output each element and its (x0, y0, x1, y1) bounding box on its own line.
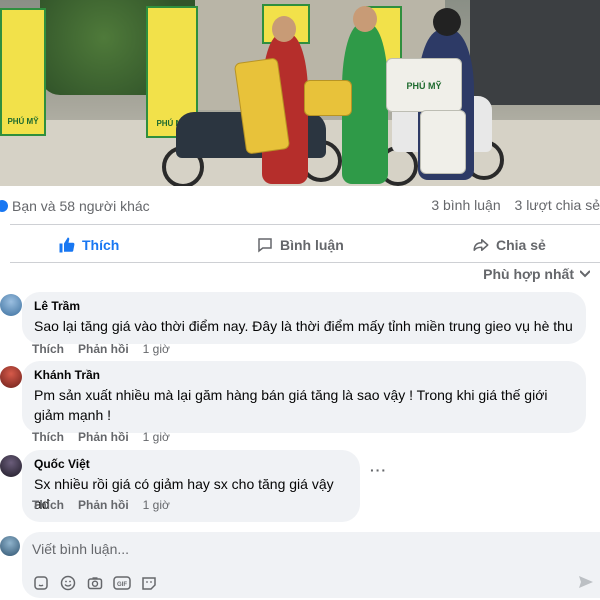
comment-text-line: Pm sản xuất nhiều mà lại găm hàng bán gi… (34, 387, 548, 403)
share-button[interactable]: Chia sẻ (472, 228, 546, 262)
comment-actions: Thích Phản hồi 1 giờ (32, 342, 170, 356)
write-comment-box[interactable]: Viết bình luận... GIF (22, 532, 600, 598)
comment-reply-button[interactable]: Phản hồi (78, 342, 129, 356)
avatar[interactable] (0, 366, 22, 388)
camera-icon[interactable] (86, 574, 104, 592)
comment-label: Bình luận (280, 237, 344, 253)
share-label: Chia sẻ (496, 237, 546, 253)
comment-author[interactable]: Lê Trầm (34, 299, 574, 314)
comment-more-options-icon[interactable]: ··· (370, 462, 387, 478)
photo-person-helmet (433, 8, 461, 36)
thumbs-up-icon (59, 237, 75, 253)
comment-text: Sao lại tăng giá vào thời điểm nay. Đây … (34, 318, 573, 334)
sticker-icon[interactable] (32, 574, 50, 592)
comment-input[interactable]: Viết bình luận... (32, 541, 129, 557)
avatar[interactable] (0, 455, 22, 477)
comments-count[interactable]: 3 bình luận (431, 197, 500, 213)
avatar[interactable] (0, 294, 22, 316)
gif-icon[interactable]: GIF (113, 574, 131, 592)
comment-button[interactable]: Bình luận (256, 228, 344, 262)
shares-count[interactable]: 3 lượt chia sẻ (515, 197, 600, 213)
comment-actions: Thích Phản hồi 1 giờ (32, 498, 170, 512)
comment-like-button[interactable]: Thích (32, 342, 64, 356)
comment-time[interactable]: 1 giờ (143, 342, 170, 356)
comment-reply-button[interactable]: Phản hồi (78, 498, 129, 512)
comment-reply-button[interactable]: Phản hồi (78, 430, 129, 444)
comment-like-button[interactable]: Thích (32, 430, 64, 444)
comment-bubble: Lê Trầm Sao lại tăng giá vào thời điểm n… (22, 292, 586, 344)
comment-bubble: Khánh Trần Pm sản xuất nhiều mà lại găm … (22, 361, 586, 433)
chevron-down-icon (580, 270, 590, 278)
emoji-icon[interactable] (59, 574, 77, 592)
comment-author[interactable]: Khánh Trần (34, 368, 574, 383)
comment-tools: GIF (32, 574, 167, 592)
comment-time[interactable]: 1 giờ (143, 430, 170, 444)
svg-text:GIF: GIF (117, 582, 127, 588)
like-label: Thích (82, 237, 120, 253)
post-stats: Bạn và 58 người khác 3 bình luận 3 lượt … (0, 192, 600, 220)
photo-person-head (353, 6, 377, 32)
send-icon[interactable] (578, 574, 594, 595)
avatar-sticker-icon[interactable] (140, 574, 158, 592)
divider (10, 224, 600, 225)
share-icon (473, 239, 489, 251)
comment-like-button[interactable]: Thích (32, 498, 64, 512)
reactions-summary[interactable]: Bạn và 58 người khác (12, 198, 150, 214)
photo-shop-door (470, 0, 600, 105)
comment-icon (258, 238, 272, 253)
photo-person-head (272, 16, 296, 42)
photo-banner-left: PHÚ MỸ (0, 8, 46, 136)
comment-actions: Thích Phản hồi 1 giờ (32, 430, 170, 444)
post-photo[interactable]: PHÚ MỸ PHÚ MỸ PHÚ MỸ (0, 0, 600, 186)
comment-time[interactable]: 1 giờ (143, 498, 170, 512)
divider (10, 262, 600, 263)
comment-text-line: giảm mạnh ! (34, 407, 112, 423)
current-user-avatar[interactable] (0, 536, 20, 556)
reaction-icon (0, 200, 8, 212)
comment-sort-dropdown[interactable]: Phù hợp nhất (483, 266, 590, 282)
photo-fertilizer-bag-yellow (304, 80, 352, 116)
sort-label: Phù hợp nhất (483, 266, 574, 282)
photo-fertilizer-bag-white (420, 110, 466, 174)
comment-author[interactable]: Quốc Việt (34, 457, 348, 472)
post-action-bar: Thích Bình luận Chia sẻ (0, 228, 600, 262)
like-button[interactable]: Thích (58, 228, 119, 262)
photo-fertilizer-bag-white: PHÚ MỸ (386, 58, 462, 112)
